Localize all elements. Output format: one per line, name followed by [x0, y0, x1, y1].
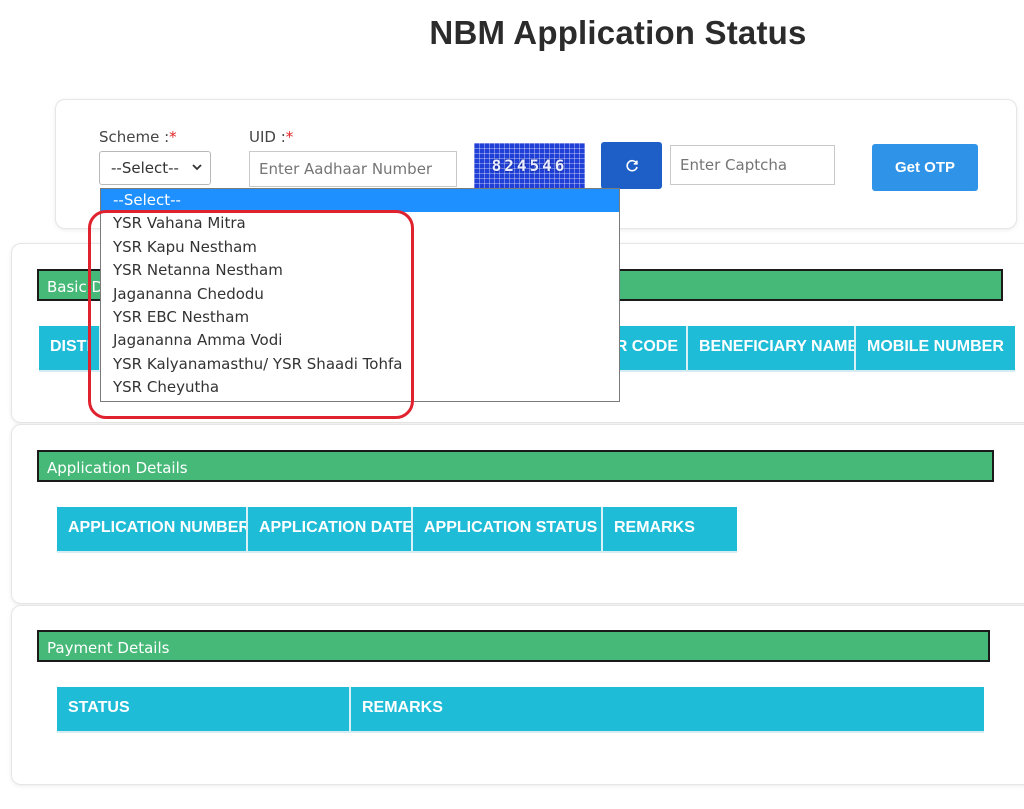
dropdown-option[interactable]: YSR EBC Nestham	[101, 306, 619, 329]
dropdown-option[interactable]: --Select--	[101, 189, 619, 213]
payment-details-header: Payment Details	[37, 630, 990, 662]
uid-input[interactable]	[249, 151, 457, 187]
dropdown-option[interactable]: YSR Vahana Mitra	[101, 212, 619, 235]
column-header: STATUS	[57, 687, 351, 731]
dropdown-option[interactable]: YSR Netanna Nestham	[101, 259, 619, 282]
column-header: APPLICATION NUMBER	[57, 507, 248, 551]
scheme-dropdown-list: --Select-- YSR Vahana Mitra YSR Kapu Nes…	[100, 188, 620, 402]
chevron-down-icon	[192, 164, 202, 171]
scheme-select-value: --Select--	[111, 159, 179, 177]
scheme-label-text: Scheme :	[99, 128, 170, 146]
dropdown-option[interactable]: Jagananna Amma Vodi	[101, 329, 619, 352]
column-header: REMARKS	[614, 519, 695, 536]
captcha-input[interactable]	[670, 145, 835, 185]
column-header: REMARKS	[362, 699, 443, 716]
scheme-label: Scheme :*	[99, 128, 177, 146]
payment-details-table-header: STATUS REMARKS	[57, 687, 984, 733]
column-header: APPLICATION STATUS	[413, 507, 603, 551]
captcha-image: 824546	[474, 143, 585, 188]
uid-label-text: UID :	[249, 128, 286, 146]
required-mark: *	[285, 128, 294, 146]
dropdown-option[interactable]: Jagananna Chedodu	[101, 283, 619, 306]
captcha-text: 824546	[491, 156, 568, 175]
column-header: MOBILE NUMBER	[867, 338, 1004, 355]
page-title: NBM Application Status	[429, 14, 807, 51]
application-details-table-header: APPLICATION NUMBER APPLICATION DATE APPL…	[57, 507, 737, 553]
scheme-select[interactable]: --Select--	[99, 151, 211, 185]
column-header: DISTI	[39, 326, 101, 370]
required-mark: *	[169, 128, 177, 146]
column-header: APPLICATION DATE	[248, 507, 413, 551]
refresh-icon	[625, 159, 638, 171]
dropdown-option[interactable]: YSR Kapu Nestham	[101, 236, 619, 259]
refresh-captcha-button[interactable]	[601, 142, 662, 189]
application-details-header: Application Details	[37, 450, 994, 482]
column-header: BENEFICIARY NAME	[688, 326, 856, 370]
get-otp-button[interactable]: Get OTP	[872, 144, 978, 191]
uid-label: UID :*	[249, 128, 293, 146]
dropdown-option[interactable]: YSR Kalyanamasthu/ YSR Shaadi Tohfa	[101, 353, 619, 376]
dropdown-option[interactable]: YSR Cheyutha	[101, 376, 619, 399]
